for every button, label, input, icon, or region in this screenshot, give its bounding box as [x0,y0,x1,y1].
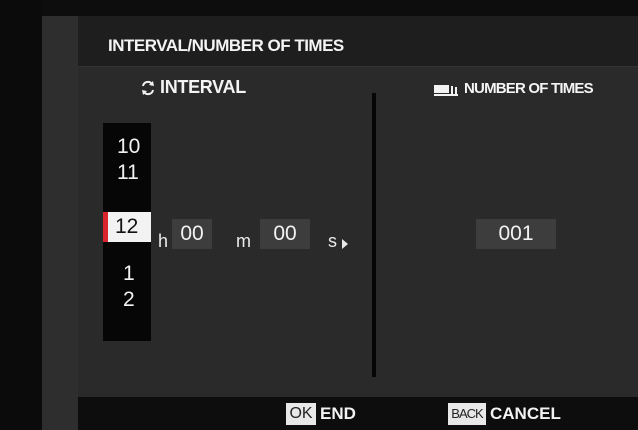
interval-header: INTERVAL [140,77,246,98]
hour-option[interactable]: 2 [123,288,135,312]
hour-selected[interactable]: 12 [103,212,151,242]
hour-option[interactable]: 10 [117,135,140,159]
side-strip[interactable] [42,16,105,430]
camera-menu-screen: INTERVAL/NUMBER OF TIMES INTERVAL NUMBER… [0,0,638,430]
ok-button-badge[interactable]: OK [286,403,316,425]
column-divider [372,93,376,377]
hour-option[interactable]: 11 [117,161,139,185]
number-of-times-header: NUMBER OF TIMES [434,80,594,97]
minutes-field[interactable]: 00 [172,219,212,249]
hour-selected-value: 12 [115,215,139,238]
repeat-cycle-icon [142,81,154,96]
back-button-badge[interactable]: BACK [448,403,486,425]
cancel-label[interactable]: CANCEL [490,404,561,424]
seconds-field[interactable]: 00 [260,219,310,249]
settings-panel: INTERVAL NUMBER OF TIMES 10 11 12 1 2 h … [78,67,638,397]
minute-unit: m [236,231,251,251]
hour-spinner[interactable]: 10 11 12 1 2 [103,123,151,341]
end-label[interactable]: END [320,404,356,424]
hour-unit: h [158,231,169,251]
number-of-times-field[interactable]: 001 [476,219,556,249]
title-bar: INTERVAL/NUMBER OF TIMES [78,16,638,67]
triangle-right-icon[interactable] [342,239,348,249]
page-title: INTERVAL/NUMBER OF TIMES [108,36,344,55]
selection-marker [103,212,108,242]
hour-option[interactable]: 1 [123,262,135,286]
left-rail [0,0,42,430]
number-of-times-header-label: NUMBER OF TIMES [464,80,594,97]
second-unit: s [328,231,337,251]
footer-bar: OK END BACK CANCEL [78,397,638,430]
stacked-frames-icon [434,85,458,97]
interval-header-label: INTERVAL [160,77,246,97]
